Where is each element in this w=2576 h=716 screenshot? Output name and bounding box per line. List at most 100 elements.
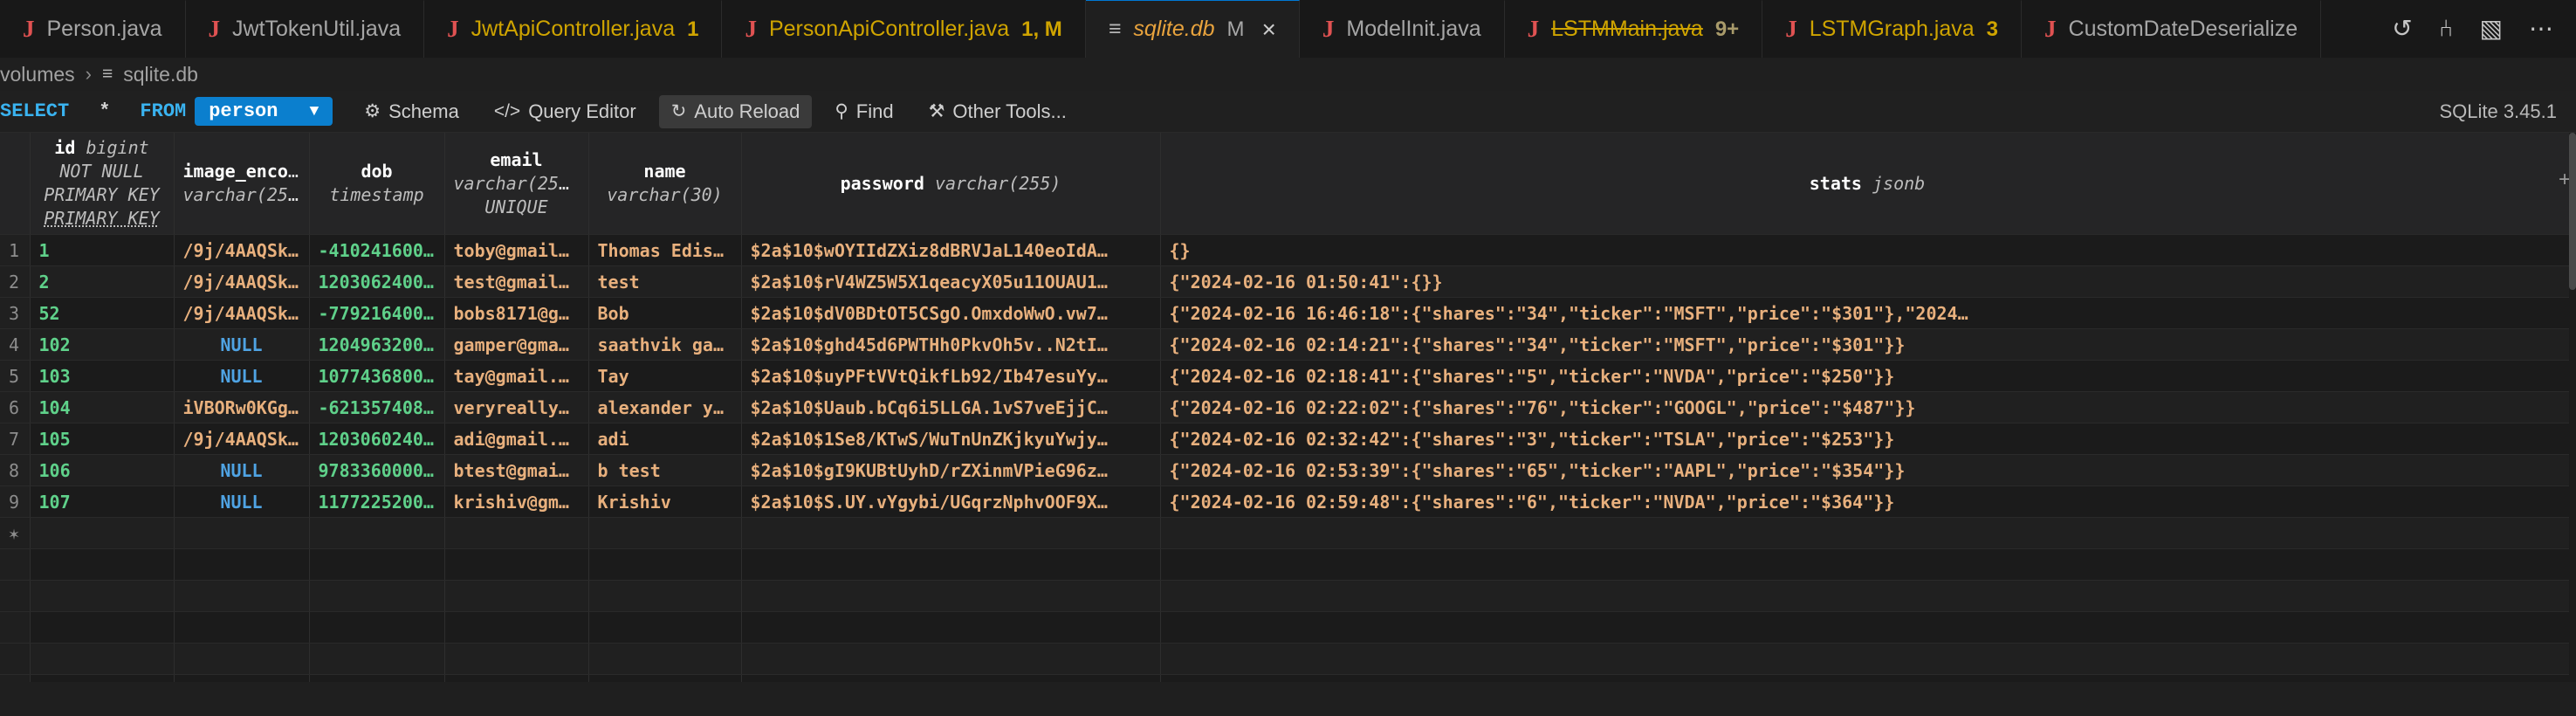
split-editor-icon[interactable]: ▧ xyxy=(2480,17,2503,41)
column-header-dob[interactable]: dob timestamp xyxy=(309,133,445,235)
editor-tab-sqlite-db[interactable]: ≡ sqlite.db M × xyxy=(1085,0,1300,58)
cell-dob[interactable]: 1204963200000 xyxy=(309,328,445,361)
column-header-name[interactable]: name varchar(30) xyxy=(588,133,742,235)
close-icon[interactable]: × xyxy=(1262,17,1276,42)
cell-stats[interactable]: {"2024-02-16 02:53:39":{"shares":"65","t… xyxy=(1160,454,2575,486)
cell-password[interactable]: $2a$10$dV0BDtOT5CSgO.OmxdoWwO.vw7… xyxy=(741,297,1161,329)
cell-stats[interactable]: {"2024-02-16 02:18:41":{"shares":"5","ti… xyxy=(1160,360,2575,392)
cell-id[interactable]: 107 xyxy=(30,485,175,518)
cell-password[interactable]: $2a$10$Uaub.bCq6i5LLGA.1vS7veEjjC… xyxy=(741,391,1161,423)
new-row-cell[interactable] xyxy=(30,517,175,549)
editor-tab-lstmmain-java[interactable]: J LSTMMain.java 9+ xyxy=(1504,0,1763,58)
cell-name[interactable]: alexander yixuan lu xyxy=(588,391,742,423)
cell-password[interactable]: $2a$10$S.UY.vYgybi/UGqrzNphvOOF9X… xyxy=(741,485,1161,518)
cell-email[interactable]: krishiv@gmail.com xyxy=(444,485,589,518)
cell-image_encoder[interactable]: /9j/4AAQSkZJRgABAQ… xyxy=(174,297,310,329)
source-control-icon[interactable]: ⑃ xyxy=(2439,17,2454,41)
cell-dob[interactable]: 1077436800000 xyxy=(309,360,445,392)
new-row-cell[interactable] xyxy=(741,517,1161,549)
cell-stats[interactable]: {} xyxy=(1160,234,2575,266)
cell-dob[interactable]: 978336000000 xyxy=(309,454,445,486)
cell-name[interactable]: adi xyxy=(588,423,742,455)
cell-stats[interactable]: {"2024-02-16 01:50:41":{}} xyxy=(1160,265,2575,298)
new-row[interactable]: ✶ xyxy=(0,517,2575,549)
cell-stats[interactable]: {"2024-02-16 02:32:42":{"shares":"3","ti… xyxy=(1160,423,2575,455)
cell-password[interactable]: $2a$10$rV4WZ5W5X1qeacyX05u11OUAU1… xyxy=(741,265,1161,298)
cell-image_encoder[interactable]: NULL xyxy=(174,328,310,361)
cell-image_encoder[interactable]: /9j/4AAQSkZJRgABAQ… xyxy=(174,234,310,266)
cell-id[interactable]: 1 xyxy=(30,234,175,266)
cell-image_encoder[interactable]: NULL xyxy=(174,360,310,392)
cell-password[interactable]: $2a$10$1Se8/KTwS/WuTnUnZKjkyuYwjy… xyxy=(741,423,1161,455)
table-row[interactable]: 4102NULL1204963200000gamper@gmail.comsaa… xyxy=(0,328,2575,361)
new-row-cell[interactable] xyxy=(444,517,589,549)
cell-image_encoder[interactable]: /9j/4AAQSkZJRgABAQ… xyxy=(174,265,310,298)
table-row[interactable]: 5 103 NULL 1077436800000 tay@gmail.com Tay $2a… xyxy=(0,360,2575,392)
cell-name[interactable]: b test xyxy=(588,454,742,486)
cell-id[interactable]: 2 xyxy=(30,265,175,298)
cell-stats[interactable]: {"2024-02-16 02:59:48":{"shares":"6","ti… xyxy=(1160,485,2575,518)
cell-email[interactable]: test@gmail.com xyxy=(444,265,589,298)
cell-id[interactable]: 103 xyxy=(30,360,175,392)
table-row[interactable]: 7105/9j/4AAQSkZJRgABAQ…1203060240000adi@… xyxy=(0,423,2575,455)
cell-name[interactable]: saathvik gampa xyxy=(588,328,742,361)
table-row[interactable]: 352/9j/4AAQSkZJRgABAQ…-779216400000bobs8… xyxy=(0,297,2575,329)
new-row-cell[interactable] xyxy=(309,517,445,549)
cell-password[interactable]: $2a$10$ghd45d6PWTHh0PkvOh5v..N2tI… xyxy=(741,328,1161,361)
auto-reload-button[interactable]: ↻ Auto Reload xyxy=(658,94,813,128)
cell-id[interactable]: 102 xyxy=(30,328,175,361)
query-editor-button[interactable]: </> Query Editor xyxy=(482,95,649,128)
table-row[interactable]: 11/9j/4AAQSkZJRgABAQ…-4102416000000toby@… xyxy=(0,234,2575,266)
cell-dob[interactable]: -779216400000 xyxy=(309,297,445,329)
cell-id[interactable]: 52 xyxy=(30,297,175,329)
cell-image_encoder[interactable]: iVBORw0KGgoAAAANSU… xyxy=(174,391,310,423)
column-header-id[interactable]: id bigint NOT NULL PRIMARY KEY PRIMARY K… xyxy=(30,133,175,235)
cell-password[interactable]: $2a$10$uyPFtVVtQikfLb92/Ib47esuYy… xyxy=(741,360,1161,392)
grid-vertical-scrollbar[interactable] xyxy=(2569,133,2576,682)
cell-name[interactable]: test xyxy=(588,265,742,298)
table-row[interactable]: 6104iVBORw0KGgoAAAANSU…-62135740800000ve… xyxy=(0,391,2575,423)
cell-email[interactable]: veryreallyanonymou… xyxy=(444,391,589,423)
new-row-cell[interactable] xyxy=(588,517,742,549)
column-header-password[interactable]: password varchar(255) xyxy=(741,133,1161,235)
cell-email[interactable]: btest@gmail.com xyxy=(444,454,589,486)
cell-email[interactable]: toby@gmail.com xyxy=(444,234,589,266)
cell-dob[interactable]: -4102416000000 xyxy=(309,234,445,266)
cell-dob[interactable]: 1177225200000 xyxy=(309,485,445,518)
new-row-cell[interactable] xyxy=(1160,517,2575,549)
cell-email[interactable]: tay@gmail.com xyxy=(444,360,589,392)
cell-name[interactable]: Bob xyxy=(588,297,742,329)
data-grid-container[interactable]: + id bigint NOT NULL PRIMARY KEY PRIMARY… xyxy=(0,133,2576,682)
editor-tab-person-java[interactable]: J Person.java xyxy=(0,0,186,58)
cell-dob[interactable]: -62135740800000 xyxy=(309,391,445,423)
cell-stats[interactable]: {"2024-02-16 16:46:18":{"shares":"34","t… xyxy=(1160,297,2575,329)
editor-tab-lstmgraph-java[interactable]: J LSTMGraph.java 3 xyxy=(1762,0,2023,58)
cell-email[interactable]: bobs8171@gmail.com xyxy=(444,297,589,329)
column-header-email[interactable]: email varchar(255) UNIQUE xyxy=(444,133,589,235)
cell-image_encoder[interactable]: /9j/4AAQSkZJRgABAQ… xyxy=(174,423,310,455)
breadcrumb-root[interactable]: volumes xyxy=(0,63,75,86)
cell-id[interactable]: 104 xyxy=(30,391,175,423)
column-header-image_encoder[interactable]: image_encoder varchar(255) xyxy=(174,133,310,235)
scrollbar-thumb[interactable] xyxy=(2569,133,2576,290)
other-tools-button[interactable]: ⚒ Other Tools... xyxy=(917,95,1079,128)
cell-image_encoder[interactable]: NULL xyxy=(174,485,310,518)
cell-id[interactable]: 106 xyxy=(30,454,175,486)
editor-tab-personapicontroller-java[interactable]: J PersonApiController.java 1, M xyxy=(722,0,1086,58)
editor-tab-jwttokenutil-java[interactable]: J JwtTokenUtil.java xyxy=(185,0,425,58)
table-row[interactable]: 8106NULL978336000000btest@gmail.comb tes… xyxy=(0,454,2575,486)
table-row[interactable]: 9107NULL1177225200000krishiv@gmail.comKr… xyxy=(0,485,2575,518)
table-select-dropdown[interactable]: person ▼ xyxy=(195,97,333,126)
more-actions-icon[interactable]: ⋯ xyxy=(2529,17,2553,41)
cell-email[interactable]: adi@gmail.com xyxy=(444,423,589,455)
cell-name[interactable]: Tay xyxy=(588,360,742,392)
cell-id[interactable]: 105 xyxy=(30,423,175,455)
table-row[interactable]: 22/9j/4AAQSkZJRgABAQ…1203062400000test@g… xyxy=(0,265,2575,298)
select-star[interactable]: * xyxy=(99,100,110,122)
timeline-history-icon[interactable]: ↺ xyxy=(2392,17,2412,41)
cell-stats[interactable]: {"2024-02-16 02:22:02":{"shares":"76","t… xyxy=(1160,391,2575,423)
schema-button[interactable]: ⚙ Schema xyxy=(352,95,471,128)
cell-email[interactable]: gamper@gmail.com xyxy=(444,328,589,361)
find-button[interactable]: ⚲ Find xyxy=(822,95,905,128)
cell-dob[interactable]: 1203060240000 xyxy=(309,423,445,455)
